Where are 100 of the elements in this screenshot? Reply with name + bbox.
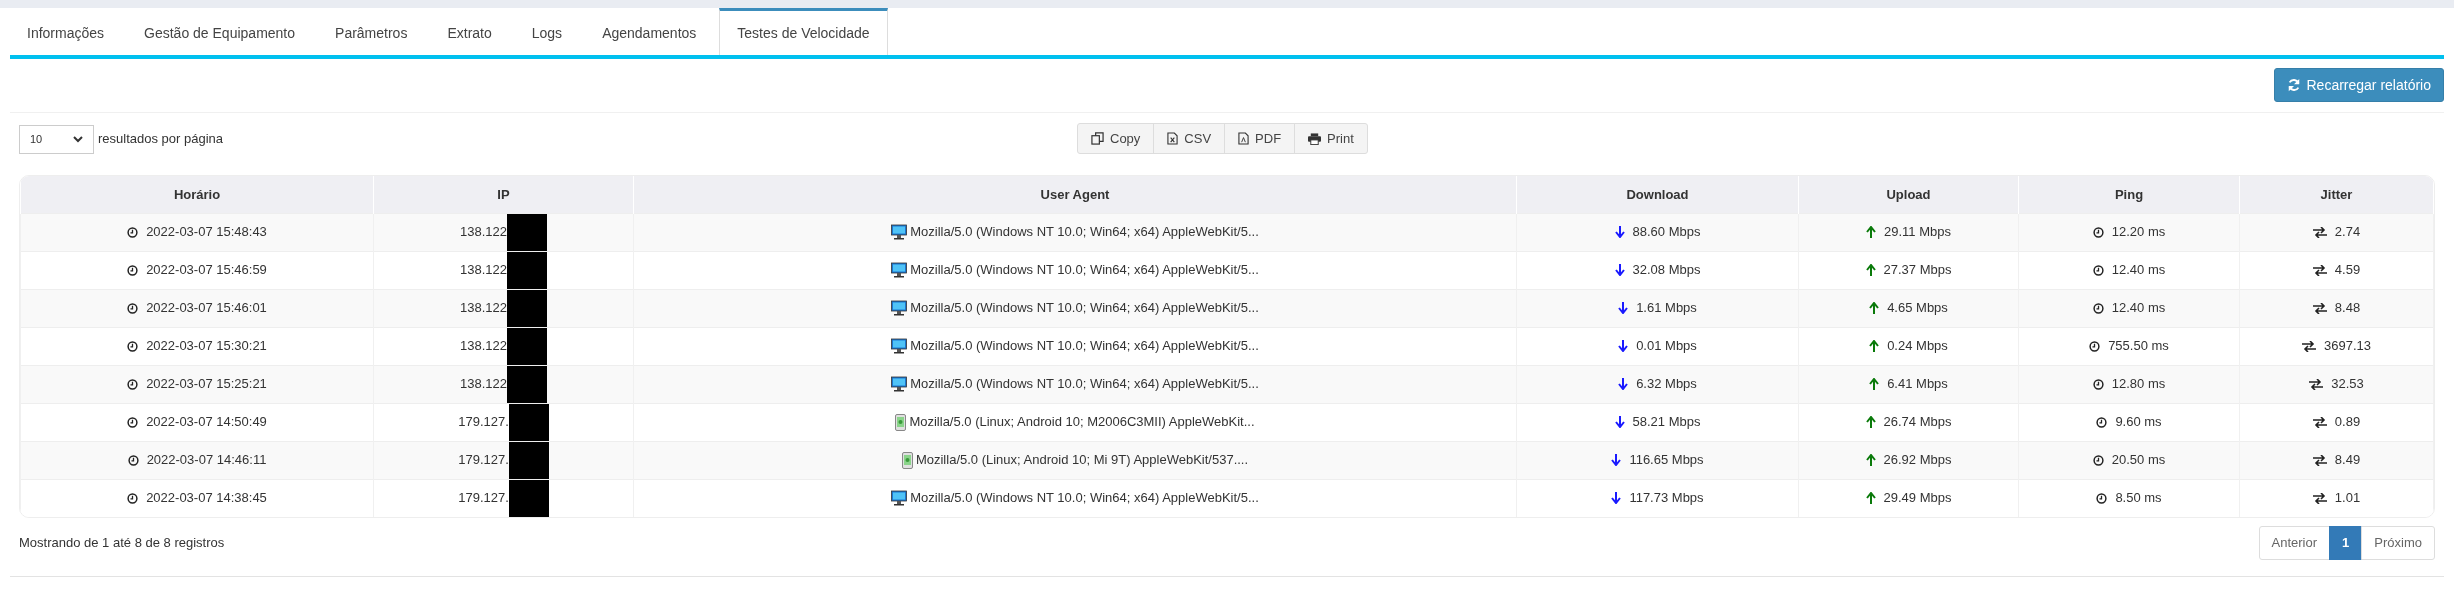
exchange-icon (2312, 492, 2327, 504)
page-size-select[interactable]: 10 (19, 124, 94, 154)
records-summary: Mostrando de 1 até 8 de 8 registros (19, 533, 225, 552)
time-cell-text: 2022-03-07 14:38:45 (146, 489, 267, 508)
download-cell-text: 32.08 Mbps (1632, 261, 1701, 280)
exchange-icon (2312, 454, 2327, 466)
redaction-block (507, 327, 547, 365)
upload-cell-text: 29.49 Mbps (1883, 489, 1952, 508)
export-button[interactable]: Print (1294, 123, 1368, 154)
exchange-icon (2312, 302, 2327, 314)
clock-icon (127, 302, 139, 314)
time-cell-text: 2022-03-07 15:48:43 (146, 223, 267, 242)
ip-cell-text: 138.122 (460, 375, 507, 394)
ip-cell-text: 138.122 (460, 223, 507, 242)
arrow-up-icon (1869, 302, 1880, 314)
clock-icon (2092, 454, 2104, 466)
jitter-cell-text: 0.89 (2334, 413, 2361, 432)
pagination-button[interactable]: Anterior (2258, 525, 2331, 560)
arrow-up-icon (1869, 340, 1880, 352)
upload-cell-text: 0.24 Mbps (1887, 337, 1948, 356)
arrow-down-icon (1611, 454, 1622, 466)
ping-cell-text: 12.80 ms (2111, 375, 2166, 394)
download-cell-text: 6.32 Mbps (1636, 375, 1697, 394)
time-cell-text: 2022-03-07 14:46:11 (146, 451, 267, 470)
download-cell-text: 88.60 Mbps (1632, 223, 1701, 242)
time-cell-text: 2022-03-07 15:46:01 (146, 299, 267, 318)
clock-icon (2092, 378, 2104, 390)
clock-icon (2096, 416, 2108, 428)
arrow-down-icon (1618, 340, 1629, 352)
arrow-up-icon (1865, 492, 1876, 504)
jitter-cell-text: 8.49 (2334, 451, 2361, 470)
exchange-icon (2309, 378, 2324, 390)
clock-icon (2089, 340, 2101, 352)
ping-cell-text: 12.40 ms (2111, 299, 2166, 318)
ping-cell-text: 9.60 ms (2115, 413, 2162, 432)
ping-cell-text: 8.50 ms (2115, 489, 2162, 508)
user-agent-cell-text: Mozilla/5.0 (Windows NT 10.0; Win64; x64) AppleWebKit/5... (910, 223, 1259, 242)
download-cell-text: 117.73 Mbps (1629, 489, 1704, 508)
arrow-up-icon (1865, 416, 1876, 428)
export-button[interactable]: Copy (1077, 123, 1155, 154)
jitter-cell-text: 1.01 (2334, 489, 2361, 508)
upload-cell-text: 6.41 Mbps (1887, 375, 1948, 394)
ping-cell-text: 12.20 ms (2111, 223, 2166, 242)
ip-cell-text: 179.127. (458, 489, 509, 508)
ping-cell-text: 20.50 ms (2111, 451, 2166, 470)
tab[interactable]: Extrato (430, 8, 509, 55)
tab[interactable]: Logs (514, 8, 580, 55)
upload-cell-text: 29.11 Mbps (1884, 223, 1951, 242)
jitter-cell-text: 3697.13 (2324, 337, 2371, 356)
exchange-icon (2312, 264, 2327, 276)
upload-cell-text: 27.37 Mbps (1883, 261, 1952, 280)
arrow-up-icon (1869, 378, 1880, 390)
export-button[interactable]: PDF (1224, 123, 1296, 154)
user-agent-cell-text: Mozilla/5.0 (Linux; Android 10; Mi 9T) AppleWebKit/537.... (915, 451, 1249, 470)
user-agent-cell-text: Mozilla/5.0 (Windows NT 10.0; Win64; x64) AppleWebKit/5... (910, 261, 1259, 280)
ping-cell-text: 12.40 ms (2111, 261, 2166, 280)
clock-icon (2092, 302, 2104, 314)
arrow-down-icon (1614, 264, 1625, 276)
upload-cell-text: 26.92 Mbps (1883, 451, 1952, 470)
pdf-file-icon (1238, 132, 1250, 145)
clock-icon (2092, 264, 2104, 276)
clock-icon (127, 378, 139, 390)
user-agent-cell-text: Mozilla/5.0 (Windows NT 10.0; Win64; x64) AppleWebKit/5... (910, 375, 1259, 394)
export-button[interactable]: CSV (1153, 123, 1226, 154)
upload-cell-text: 26.74 Mbps (1883, 413, 1952, 432)
clock-icon (127, 416, 139, 428)
time-cell-text: 2022-03-07 15:46:59 (146, 261, 267, 280)
download-cell-text: 1.61 Mbps (1636, 299, 1697, 318)
pagination-button[interactable]: Próximo (2361, 525, 2435, 560)
tab[interactable]: Agendamentos (585, 8, 714, 55)
tab[interactable]: Gestão de Equipamento (127, 8, 313, 55)
pagination-button[interactable]: 1 (2329, 525, 2363, 560)
exchange-icon (2312, 416, 2327, 428)
ip-cell-text: 179.127. (458, 413, 509, 432)
arrow-down-icon (1614, 416, 1625, 428)
arrow-down-icon (1618, 302, 1629, 314)
tab[interactable]: Parâmetros (318, 8, 425, 55)
clock-icon (2092, 226, 2104, 238)
download-cell-text: 116.65 Mbps (1629, 451, 1704, 470)
tab[interactable]: Informações (10, 8, 122, 55)
time-cell-text: 2022-03-07 15:30:21 (146, 337, 267, 356)
user-agent-cell-text: Mozilla/5.0 (Windows NT 10.0; Win64; x64) AppleWebKit/5... (910, 299, 1259, 318)
download-cell-text: 58.21 Mbps (1632, 413, 1701, 432)
download-cell-text: 0.01 Mbps (1636, 337, 1697, 356)
ip-cell-text: 138.122 (460, 299, 507, 318)
time-cell-text: 2022-03-07 14:50:49 (146, 413, 267, 432)
time-cell-text: 2022-03-07 15:25:21 (146, 375, 267, 394)
arrow-down-icon (1614, 226, 1625, 238)
page-size-label: resultados por página (98, 130, 224, 149)
jitter-cell-text: 32.53 (2331, 375, 2364, 394)
ping-cell-text: 755.50 ms (2108, 337, 2169, 356)
exchange-icon (2312, 226, 2327, 238)
reload-button[interactable]: Recarregar relatório (2273, 68, 2444, 102)
jitter-cell-text: 8.48 (2334, 299, 2361, 318)
arrow-up-icon (1865, 264, 1876, 276)
redaction-block (507, 289, 547, 327)
tab[interactable]: Testes de Velocidade (719, 8, 888, 55)
redaction-block (507, 251, 547, 289)
redaction-block (508, 479, 549, 517)
arrow-up-icon (1866, 226, 1876, 238)
